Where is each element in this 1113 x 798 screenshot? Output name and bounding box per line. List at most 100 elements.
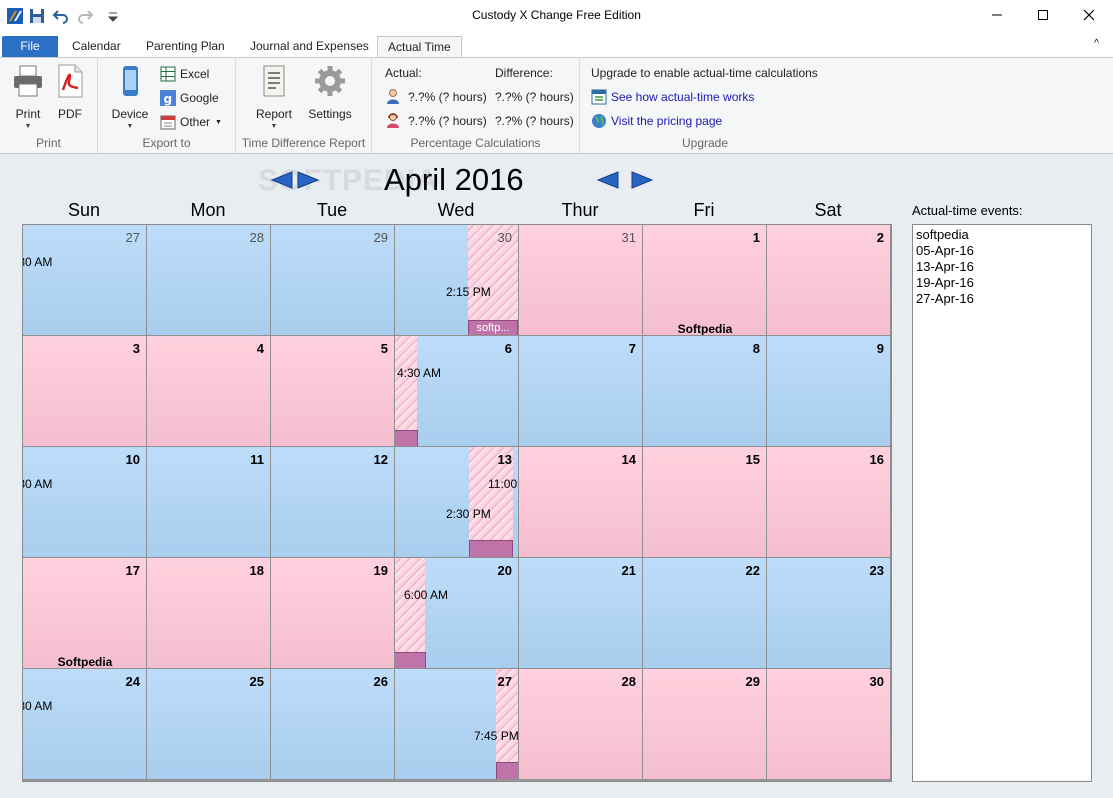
- exchange-time: 6:00 AM: [404, 588, 449, 602]
- device-icon: [123, 66, 138, 96]
- minimize-button[interactable]: [974, 0, 1020, 30]
- day-header-mon: Mon: [190, 200, 226, 220]
- day-header-wed: Wed: [437, 200, 475, 220]
- event-bar[interactable]: [469, 540, 513, 557]
- excel-label: Excel: [180, 67, 210, 81]
- other-label: Other: [180, 115, 211, 129]
- day-cell[interactable]: 7: [519, 336, 643, 447]
- day-cell[interactable]: 1 Softpedia: [643, 225, 767, 336]
- event-bar[interactable]: [496, 762, 518, 779]
- day-cell[interactable]: 16: [767, 447, 891, 558]
- day-number: 1: [752, 230, 760, 245]
- day-cell[interactable]: 2: [767, 225, 891, 336]
- day-cell[interactable]: 13 11:00 PM 2:30 PM: [395, 447, 519, 558]
- tab-calendar[interactable]: Calendar: [62, 36, 131, 57]
- day-header-sat: Sat: [814, 200, 842, 220]
- see-how-link[interactable]: See how actual-time works: [591, 87, 754, 107]
- dropdown-arrow-icon: ▼: [270, 123, 278, 130]
- tab-journal-and-expenses[interactable]: Journal and Expenses: [240, 36, 379, 57]
- day-cell[interactable]: 28: [147, 225, 271, 336]
- day-number: 3: [132, 341, 140, 356]
- day-cell[interactable]: 3: [23, 336, 147, 447]
- print-button[interactable]: Print ▼: [6, 64, 50, 130]
- day-number: 7: [628, 341, 636, 356]
- tab-parenting-plan[interactable]: Parenting Plan: [136, 36, 235, 57]
- actual-time-events-list[interactable]: softpedia 05-Apr-16 13-Apr-16 19-Apr-16 …: [912, 224, 1092, 782]
- day-cell[interactable]: 21: [519, 558, 643, 669]
- previous-month-arrow-icon[interactable]: [596, 170, 620, 190]
- day-number: 16: [869, 452, 884, 467]
- day-number: 5: [380, 341, 388, 356]
- google-button[interactable]: g Google: [160, 88, 219, 108]
- day-number: 22: [745, 563, 760, 578]
- day-cell[interactable]: 9: [767, 336, 891, 447]
- day-cell[interactable]: 11: [147, 447, 271, 558]
- event-bar[interactable]: [395, 430, 418, 446]
- day-cell[interactable]: 4: [147, 336, 271, 447]
- day-cell[interactable]: 28: [519, 669, 643, 780]
- day-cell[interactable]: 15: [643, 447, 767, 558]
- pdf-button[interactable]: PDF: [48, 64, 92, 121]
- tab-actual-time[interactable]: Actual Time: [377, 36, 462, 57]
- day-cell[interactable]: 20 6:00 AM: [395, 558, 519, 669]
- day-number: 24: [125, 674, 140, 689]
- next-year-arrow-icon[interactable]: [296, 170, 320, 190]
- other-button[interactable]: Other ▼: [160, 112, 222, 132]
- day-cell[interactable]: 12: [271, 447, 395, 558]
- globe-icon: [592, 114, 606, 128]
- list-item[interactable]: 13-Apr-16: [916, 259, 1088, 275]
- pdf-label: PDF: [58, 107, 82, 121]
- list-item[interactable]: 19-Apr-16: [916, 275, 1088, 291]
- day-cell[interactable]: 8: [643, 336, 767, 447]
- day-cell[interactable]: 19: [271, 558, 395, 669]
- day-cell[interactable]: 30 2:15 PM softp...: [395, 225, 519, 336]
- close-icon: [1083, 9, 1095, 21]
- day-cell[interactable]: 25: [147, 669, 271, 780]
- day-cell[interactable]: 26: [271, 669, 395, 780]
- exchange-time: 11:00 PM: [488, 477, 518, 491]
- event-bar[interactable]: [395, 652, 426, 668]
- maximize-icon: [1038, 10, 1048, 20]
- tab-file[interactable]: File: [2, 36, 58, 57]
- day-cell[interactable]: 5: [271, 336, 395, 447]
- report-button[interactable]: Report ▼: [252, 64, 296, 130]
- day-cell[interactable]: 18: [147, 558, 271, 669]
- day-cell[interactable]: 6 4:30 AM: [395, 336, 519, 447]
- day-number: 30: [869, 674, 884, 689]
- calendar-export-icon: [160, 115, 176, 130]
- close-button[interactable]: [1066, 0, 1112, 30]
- day-cell[interactable]: 10 :30 AM: [23, 447, 147, 558]
- next-month-arrow-icon[interactable]: [630, 170, 654, 190]
- pricing-label: Visit the pricing page: [611, 114, 723, 128]
- day-number: 9: [876, 341, 884, 356]
- list-item[interactable]: softpedia: [916, 227, 1088, 243]
- settings-button[interactable]: Settings: [306, 64, 354, 121]
- day-cell[interactable]: 14: [519, 447, 643, 558]
- exchange-time: :30 AM: [23, 255, 53, 269]
- pricing-link[interactable]: Visit the pricing page: [591, 111, 722, 131]
- device-button[interactable]: Device ▼: [108, 64, 152, 130]
- event-bar[interactable]: softp...: [468, 320, 518, 335]
- day-cell[interactable]: 30: [767, 669, 891, 780]
- day-cell[interactable]: 23: [767, 558, 891, 669]
- day-cell[interactable]: 29: [271, 225, 395, 336]
- maximize-button[interactable]: [1020, 0, 1066, 30]
- day-cell[interactable]: 17 Softpedia: [23, 558, 147, 669]
- day-cell[interactable]: 31: [519, 225, 643, 336]
- day-cell[interactable]: 24 :30 AM: [23, 669, 147, 780]
- day-number: 27: [497, 674, 512, 689]
- day-header-thur: Thur: [561, 200, 599, 220]
- previous-year-arrow-icon[interactable]: [270, 170, 294, 190]
- day-number: 18: [249, 563, 264, 578]
- parent2-difference: ?.?% (? hours): [495, 114, 574, 128]
- day-cell[interactable]: 27 :30 AM: [23, 225, 147, 336]
- list-item[interactable]: 05-Apr-16: [916, 243, 1088, 259]
- parent1-difference: ?.?% (? hours): [495, 90, 574, 104]
- collapse-ribbon-icon[interactable]: ^: [1094, 38, 1099, 49]
- day-cell[interactable]: 22: [643, 558, 767, 669]
- day-number: 15: [745, 452, 760, 467]
- excel-button[interactable]: Excel: [160, 64, 209, 84]
- list-item[interactable]: 27-Apr-16: [916, 291, 1088, 307]
- day-cell[interactable]: 27 7:45 PM: [395, 669, 519, 780]
- day-cell[interactable]: 29: [643, 669, 767, 780]
